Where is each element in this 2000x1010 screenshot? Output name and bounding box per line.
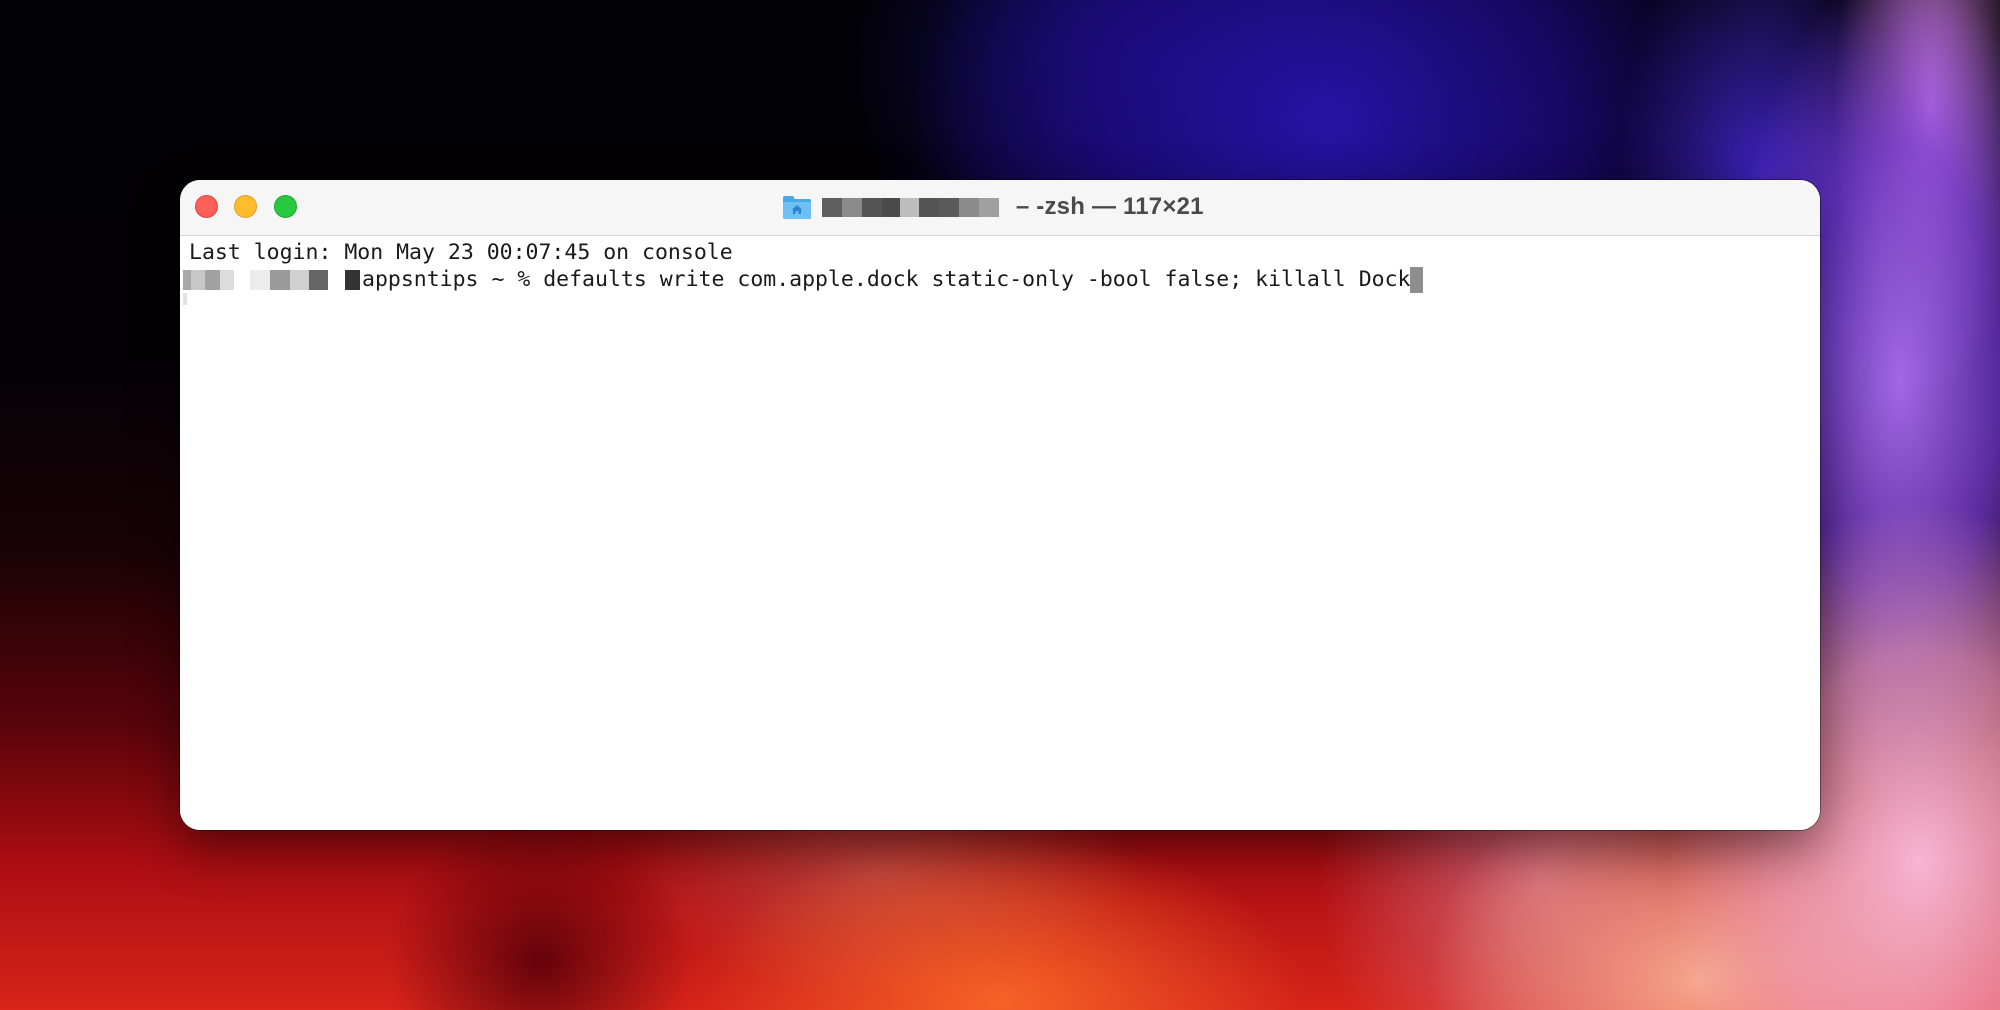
- last-login-text: Last login: Mon May 23 00:07:45 on conso…: [189, 240, 733, 265]
- home-folder-icon: [782, 194, 812, 220]
- redacted-hostname: [183, 270, 360, 290]
- redacted-username: [822, 197, 999, 217]
- redacted-fragment: [183, 293, 187, 305]
- close-button[interactable]: [195, 195, 218, 218]
- terminal-window[interactable]: – -zsh — 117×21 Last login: Mon May 23 0…: [180, 180, 1820, 830]
- terminal-prompt-line: appsntips ~ % defaults write com.apple.d…: [183, 267, 1424, 293]
- terminal-output[interactable]: Last login: Mon May 23 00:07:45 on conso…: [180, 236, 1820, 830]
- terminal-line: Last login: Mon May 23 00:07:45 on conso…: [189, 240, 733, 266]
- prompt-text: appsntips ~ %: [362, 267, 544, 292]
- text-cursor: [1410, 267, 1424, 293]
- window-title: – -zsh — 117×21: [782, 191, 1204, 223]
- window-title-text: – -zsh — 117×21: [1009, 193, 1204, 220]
- command-text: defaults write com.apple.dock static-onl…: [543, 267, 1411, 292]
- title-bar[interactable]: – -zsh — 117×21: [180, 180, 1820, 236]
- minimize-button[interactable]: [234, 195, 257, 218]
- zoom-button[interactable]: [274, 195, 297, 218]
